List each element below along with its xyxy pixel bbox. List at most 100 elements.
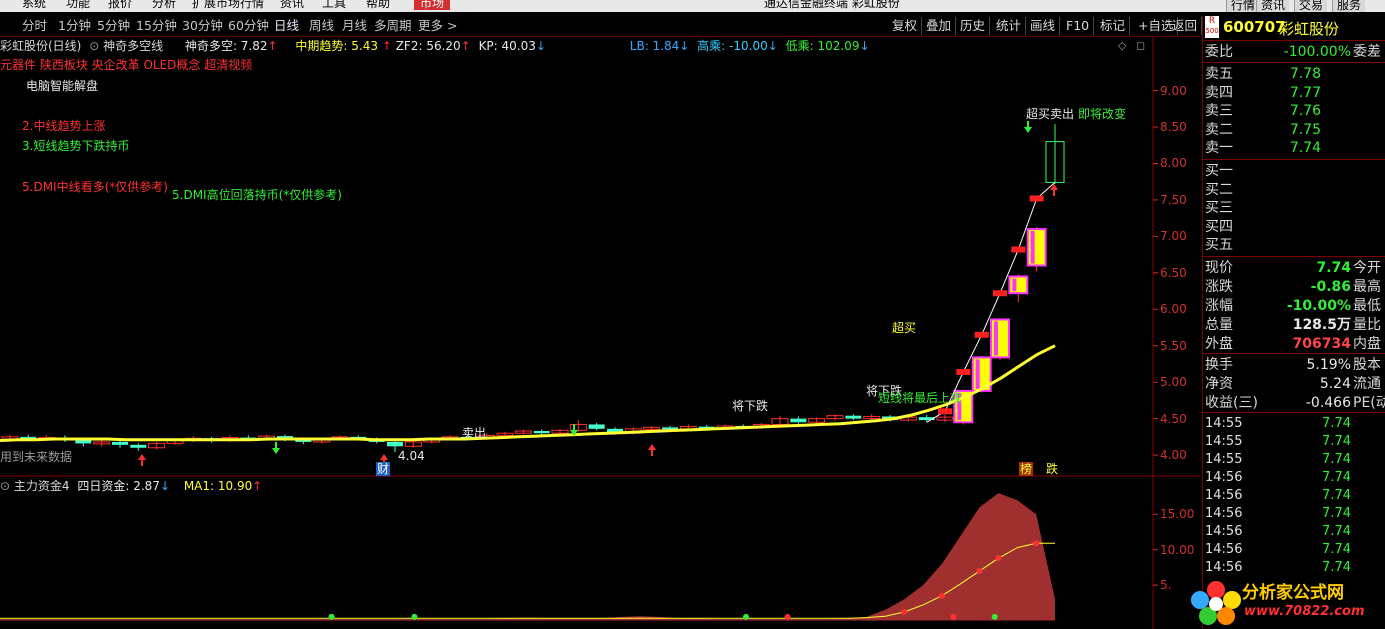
anno-finance-badge[interactable]: 财 [376, 462, 391, 476]
period-more[interactable]: 更多 > [418, 17, 457, 35]
menu-system[interactable]: 系统 [22, 0, 46, 10]
tick-time: 14:55 [1205, 452, 1243, 467]
stat2-value: -0.466 [1305, 395, 1351, 411]
tick-price: 7.74 [1322, 524, 1351, 539]
sell-row[interactable]: 卖五 7.78 [1203, 65, 1385, 83]
tick-price: 7.74 [1322, 434, 1351, 449]
sell-level-label: 卖四 [1205, 84, 1233, 101]
sell-level-label: 卖一 [1205, 140, 1233, 156]
buy-row[interactable]: 买一 [1203, 162, 1385, 180]
r-badge[interactable]: R 500 [1205, 16, 1219, 38]
stat-row: 涨幅 -10.00% 最低 [1203, 297, 1385, 315]
stat-row: 外盘 706734 内盘 [1203, 335, 1385, 353]
trend-marker [938, 408, 952, 415]
signal-dot [784, 613, 791, 620]
period-weekly[interactable]: 周线 [309, 17, 334, 35]
tool-fuquan[interactable]: 复权 [888, 17, 923, 35]
menu-analysis[interactable]: 分析 [152, 0, 176, 10]
anno-fall-badge[interactable]: 跌 [1046, 462, 1058, 476]
stat-label: 涨幅 [1205, 298, 1233, 314]
tick-row: 14:56 7.74 [1203, 487, 1385, 505]
menu-help[interactable]: 帮助 [366, 0, 390, 10]
anno-will-fall: 将下跌 [732, 399, 769, 413]
arrow-up-icon: ↑ [252, 479, 263, 493]
menu-function[interactable]: 功能 [66, 0, 90, 10]
period-60min[interactable]: 60分钟 [228, 17, 269, 35]
arrow-shape [272, 442, 280, 454]
candle-body [533, 431, 550, 434]
period-monthly[interactable]: 月线 [342, 17, 367, 35]
tick-time: 14:56 [1205, 488, 1243, 503]
tool-mark[interactable]: 标记 [1096, 17, 1131, 35]
signal-dot [743, 613, 750, 620]
sub-value-ma1: MA1: 10.90 [183, 479, 253, 493]
period-5min[interactable]: 5分钟 [97, 17, 130, 35]
candle-body [845, 415, 862, 419]
stat-row: 现价 7.74 今开 [1203, 259, 1385, 277]
weicha-label: 委差 [1353, 44, 1381, 60]
period-daily[interactable]: 日线 [274, 17, 299, 35]
anno-sell: 卖出 [462, 426, 487, 440]
trend-marker [1011, 246, 1026, 253]
menu-right-service[interactable]: 服务 [1332, 0, 1366, 12]
sell-row[interactable]: 卖二 7.75 [1203, 121, 1385, 139]
candle-stripe [1030, 231, 1035, 264]
tick-row: 14:56 7.74 [1203, 469, 1385, 487]
tool-f10[interactable]: F10 [1062, 17, 1095, 35]
menu-market[interactable]: 市场 [414, 0, 451, 10]
tool-history[interactable]: 历史 [956, 17, 991, 35]
period-30min[interactable]: 30分钟 [182, 17, 223, 35]
stat-value: 128.5万 [1292, 317, 1351, 333]
menu-right-quote[interactable]: 行情 [1226, 0, 1260, 12]
menu-right-news[interactable]: 资讯 [1256, 0, 1290, 12]
anno-last-rally: 短线将最后上攻 [878, 391, 963, 405]
buy-row[interactable]: 买五 [1203, 236, 1385, 254]
menu-tools[interactable]: 工具 [322, 0, 346, 10]
menu-news[interactable]: 资讯 [280, 0, 304, 10]
trend-marker [1029, 195, 1044, 202]
watermark-url: www.70822.com [1244, 604, 1365, 619]
sub-indicator-name[interactable]: 主力资金4 [14, 479, 70, 493]
menu-right-trade[interactable]: 交易 [1294, 0, 1328, 12]
tick-time: 14:55 [1205, 416, 1243, 431]
sub-selector-icon[interactable]: ⊙ [0, 479, 10, 493]
arrow-shape [648, 444, 656, 456]
buy-row[interactable]: 买三 [1203, 199, 1385, 217]
candle-body [112, 441, 128, 445]
arrow-down-marker [1024, 121, 1032, 133]
sell-row[interactable]: 卖三 7.76 [1203, 102, 1385, 120]
stat-value: -10.00% [1286, 298, 1351, 314]
sell-row[interactable]: 卖一 7.74 [1203, 139, 1385, 157]
ma1-dot [995, 555, 1002, 562]
stat-label: 总量 [1205, 317, 1233, 333]
price-axis-label: 6.50 [1160, 265, 1187, 280]
buy-row[interactable]: 买二 [1203, 181, 1385, 199]
r-badge-num: 500 [1205, 27, 1219, 35]
period-1min[interactable]: 1分钟 [58, 17, 91, 35]
period-multi[interactable]: 多周期 [374, 17, 412, 35]
candle-body [990, 318, 1010, 359]
signal-dot [950, 613, 957, 620]
menu-quote[interactable]: 报价 [108, 0, 132, 10]
buy-level-label: 买二 [1205, 181, 1233, 198]
menu-ext-market[interactable]: 扩展市场行情 [192, 0, 264, 10]
anno-bang-badge[interactable]: 榜 [1019, 462, 1034, 476]
buy-row[interactable]: 买四 [1203, 218, 1385, 236]
tool-overlay[interactable]: 叠加 [922, 17, 957, 35]
tool-back[interactable]: 返回 [1168, 17, 1203, 35]
candle-stripe [1012, 278, 1017, 292]
sell-price: 7.74 [1289, 140, 1321, 156]
tool-stats[interactable]: 统计 [992, 17, 1027, 35]
period-fenshi[interactable]: 分时 [22, 17, 47, 35]
candle-body [387, 441, 403, 447]
kline-chart[interactable] [0, 36, 1200, 629]
stat-row: 涨跌 -0.86 最高 [1203, 278, 1385, 296]
tick-price: 7.74 [1322, 560, 1351, 575]
candle-stripe [975, 359, 980, 389]
period-15min[interactable]: 15分钟 [136, 17, 177, 35]
tick-price: 7.74 [1322, 542, 1351, 557]
stat2-right-label: PE(动) [1353, 395, 1385, 411]
price-axis-label: 4.50 [1160, 411, 1187, 426]
sell-row[interactable]: 卖四 7.77 [1203, 84, 1385, 102]
tool-draw[interactable]: 画线 [1026, 17, 1061, 35]
